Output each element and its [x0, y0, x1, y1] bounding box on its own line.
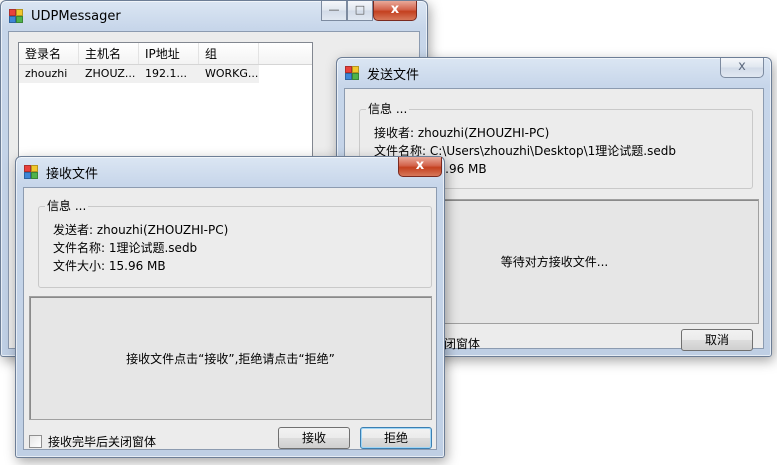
maximize-button[interactable]: □ [347, 1, 373, 21]
receive-file-window: 接收文件 x 信息 ... 发送者: zhouzhi(ZHOUZHI-PC) 文… [15, 156, 445, 458]
table-row[interactable]: zhouzhi ZHOUZ... 192.1... WORKG... [19, 65, 312, 83]
sender-text: 发送者: zhouzhi(ZHOUZHI-PC) [53, 223, 229, 237]
column-header-group[interactable]: 组 [199, 43, 259, 64]
app-icon [24, 164, 39, 180]
receive-status-panel: 接收文件点击“接收”,拒绝请点击“拒绝” [29, 296, 432, 420]
reject-button[interactable]: 拒绝 [360, 427, 432, 449]
app-icon [9, 8, 24, 24]
main-window-title: UDPMessager [31, 8, 121, 24]
close-icon: x [390, 2, 400, 17]
user-list-header: 登录名 主机名 IP地址 组 [19, 43, 312, 65]
receive-window-client: 信息 ... 发送者: zhouzhi(ZHOUZHI-PC) 文件名称: 1理… [23, 187, 437, 450]
cell-ip: 192.1... [139, 65, 199, 83]
send-info-legend: 信息 ... [366, 101, 410, 117]
send-status-text: 等待对方接收文件... [500, 255, 609, 269]
send-close-button[interactable]: x [720, 58, 764, 78]
column-header-host[interactable]: 主机名 [79, 43, 139, 64]
receive-file-size-text: 文件大小: 15.96 MB [53, 259, 166, 273]
app-icon [345, 65, 360, 81]
receive-close-after-label: 接收完毕后关闭窗体 [48, 435, 157, 449]
receive-file-name-text: 文件名称: 1理论试题.sedb [53, 241, 198, 255]
close-icon: x [415, 158, 425, 173]
receive-window-title: 接收文件 [46, 166, 99, 182]
cell-login: zhouzhi [19, 65, 79, 83]
receive-info-legend: 信息 ... [45, 198, 89, 214]
cell-host: ZHOUZ... [79, 65, 139, 83]
checkbox-box[interactable] [29, 435, 42, 448]
maximize-icon: □ [354, 3, 366, 16]
receive-info-group: 信息 ... 发送者: zhouzhi(ZHOUZHI-PC) 文件名称: 1理… [38, 198, 432, 288]
accept-button[interactable]: 接收 [278, 427, 350, 449]
cell-group: WORKG... [199, 65, 259, 83]
send-window-titlebar[interactable]: 发送文件 [337, 58, 771, 88]
minimize-button[interactable]: — [321, 1, 347, 21]
cancel-button[interactable]: 取消 [681, 329, 753, 351]
minimize-icon: — [328, 3, 340, 16]
receive-close-after-checkbox[interactable]: 接收完毕后关闭窗体 [29, 433, 156, 450]
receive-window-titlebar[interactable]: 接收文件 [16, 157, 444, 187]
receive-status-text: 接收文件点击“接收”,拒绝请点击“拒绝” [126, 351, 335, 366]
close-icon: x [738, 59, 746, 74]
receiver-text: 接收者: zhouzhi(ZHOUZHI-PC) [374, 126, 550, 140]
column-header-ip[interactable]: IP地址 [139, 43, 199, 64]
main-close-button[interactable]: x [373, 1, 417, 21]
receive-close-button[interactable]: x [398, 157, 442, 177]
send-window-title: 发送文件 [367, 67, 420, 83]
column-header-login[interactable]: 登录名 [19, 43, 79, 64]
